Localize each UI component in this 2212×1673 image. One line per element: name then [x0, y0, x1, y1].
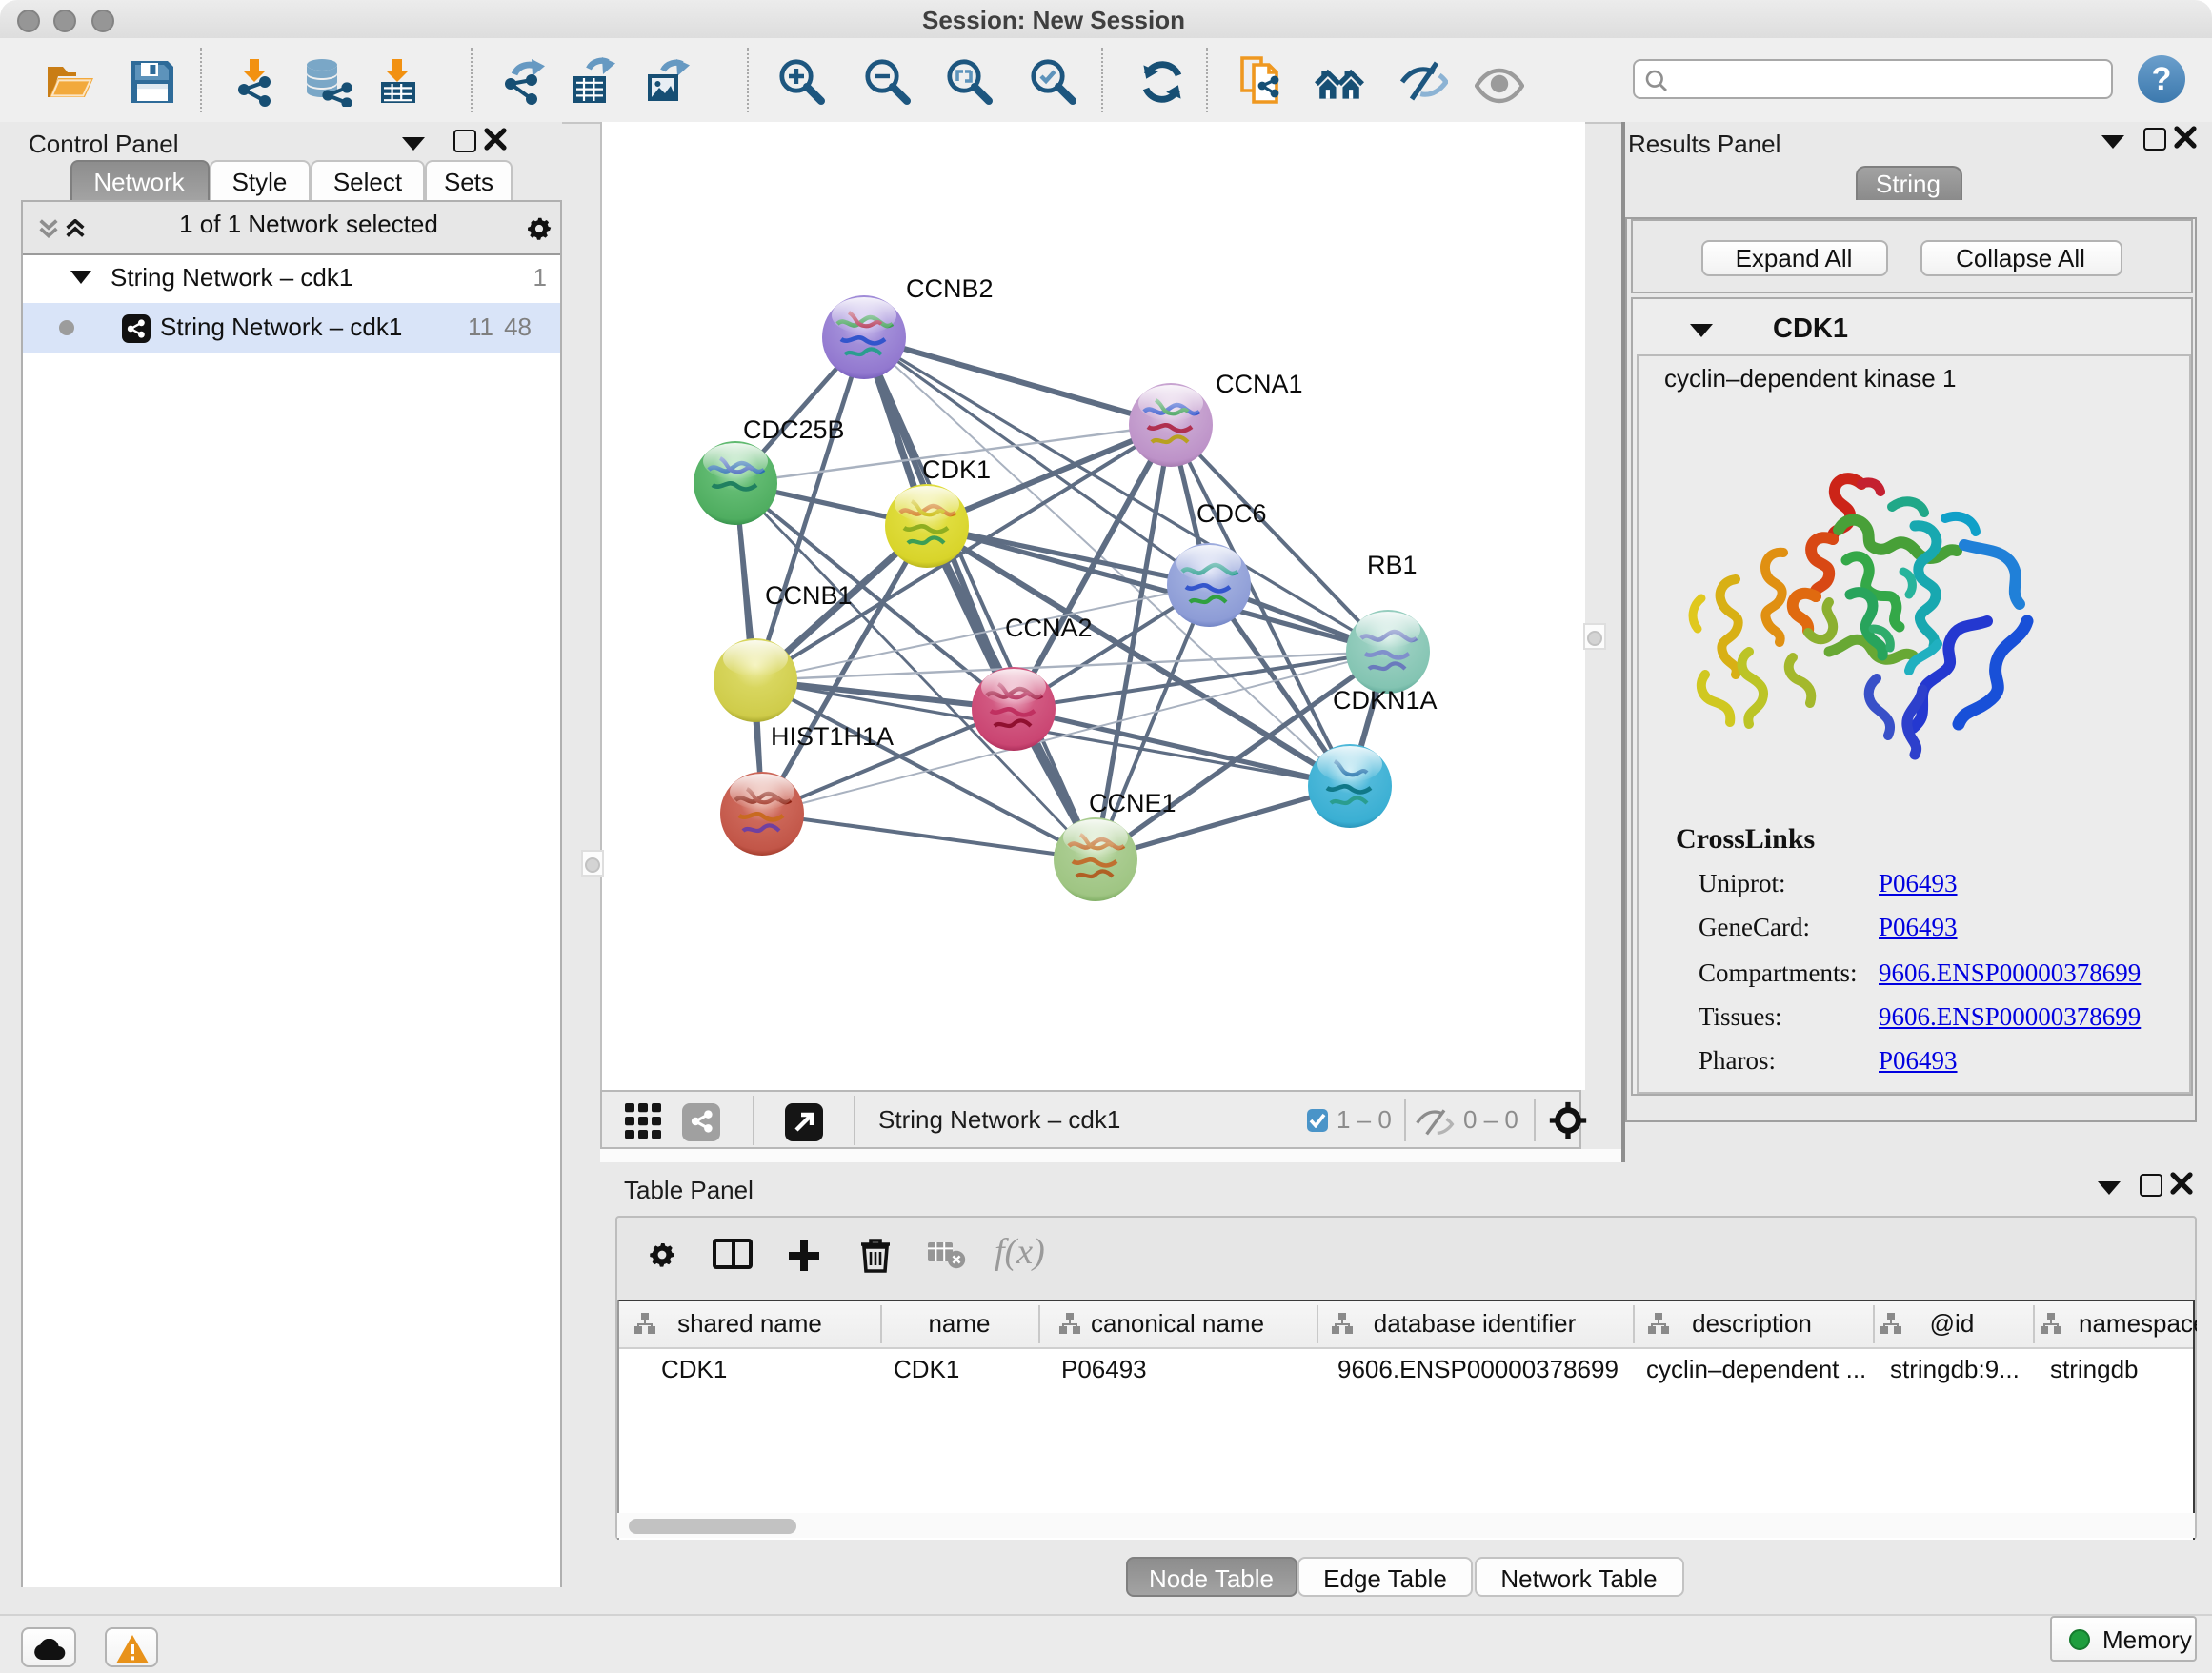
svg-text:CCNA1: CCNA1: [1215, 370, 1302, 398]
svg-text:CDC25B: CDC25B: [742, 415, 844, 444]
svg-text:CDK1: CDK1: [921, 455, 990, 484]
svg-text:CCNB2: CCNB2: [905, 274, 993, 303]
svg-text:CCNB1: CCNB1: [764, 581, 852, 610]
svg-text:CCNA2: CCNA2: [1004, 614, 1092, 642]
svg-text:CDKN1A: CDKN1A: [1332, 686, 1437, 715]
svg-text:CCNE1: CCNE1: [1088, 789, 1176, 817]
svg-text:CDC6: CDC6: [1196, 499, 1266, 528]
svg-text:RB1: RB1: [1366, 551, 1417, 579]
svg-text:HIST1H1A: HIST1H1A: [770, 722, 893, 751]
